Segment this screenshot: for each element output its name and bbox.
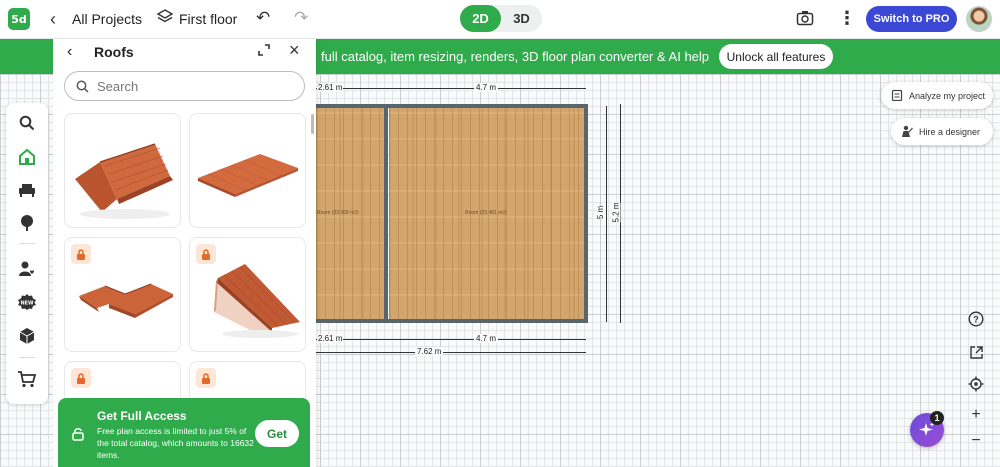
app-logo[interactable]: 5d (8, 8, 30, 30)
room-label-right: Room (23.481 m2) (465, 210, 507, 216)
hire-designer-button[interactable]: Hire a designer (891, 118, 993, 145)
wall-top[interactable] (316, 104, 588, 108)
home-icon[interactable] (17, 146, 37, 166)
lock-icon (196, 244, 216, 264)
expand-icon[interactable] (258, 44, 270, 56)
share-icon[interactable] (967, 343, 985, 361)
top-bar: 5d ‹ All Projects First floor ↶ ↷ 2D 3D … (0, 0, 1000, 39)
svg-text:?: ? (973, 315, 979, 325)
full-access-card: Get Full Access Free plan access is limi… (58, 398, 310, 467)
analyze-project-button[interactable]: Analyze my project (881, 82, 993, 109)
cart-icon[interactable] (17, 369, 37, 389)
notification-badge: 1 (930, 411, 944, 425)
catalog-item-l-roof[interactable] (64, 237, 181, 352)
switch-to-pro-button[interactable]: Switch to PRO (866, 6, 957, 32)
box-icon[interactable] (17, 326, 37, 346)
person-heart-icon[interactable] (17, 259, 37, 279)
all-projects-link[interactable]: All Projects (72, 11, 142, 27)
lock-icon (71, 368, 91, 388)
unlock-features-button[interactable]: Unlock all features (719, 44, 833, 69)
catalog-item-gable-roof[interactable] (64, 113, 181, 228)
dim-line-right-inner (606, 106, 607, 322)
full-access-title: Get Full Access (97, 409, 187, 423)
svg-text:NEW: NEW (20, 301, 34, 307)
rail-divider (19, 243, 35, 244)
avatar[interactable] (966, 6, 992, 32)
search-placeholder: Search (97, 78, 139, 94)
locate-icon[interactable] (967, 375, 985, 393)
search-icon[interactable] (17, 113, 37, 133)
catalog-item-shed-roof[interactable] (189, 237, 306, 352)
search-input[interactable]: Search (64, 71, 305, 101)
hire-designer-label: Hire a designer (919, 126, 981, 137)
zoom-in-icon[interactable]: + (967, 406, 985, 424)
full-access-text: Free plan access is limited to just 5% o… (97, 426, 254, 460)
dim-right-outer: 5.2 m (611, 202, 621, 223)
view-mode-toggle: 2D 3D (460, 5, 542, 32)
sofa-icon[interactable] (17, 180, 37, 200)
map-controls: ? + − (963, 302, 989, 457)
lock-icon (196, 368, 216, 388)
panel-title: Roofs (94, 44, 134, 60)
designer-icon (902, 125, 913, 137)
camera-icon[interactable] (796, 9, 814, 27)
promo-text: full catalog, item resizing, renders, 3D… (321, 49, 710, 64)
analyze-project-label: Analyze my project (909, 90, 986, 101)
view-3d-button[interactable]: 3D (501, 5, 542, 32)
get-button[interactable]: Get (255, 420, 299, 447)
close-icon[interactable]: × (289, 40, 300, 61)
new-icon[interactable]: NEW (17, 292, 37, 312)
dim-line-bottom-total (316, 352, 586, 353)
gable-roof-thumbnail (75, 143, 173, 219)
lock-icon (71, 244, 91, 264)
rail-divider (19, 357, 35, 358)
catalog-item-flat-roof[interactable] (189, 113, 306, 228)
dim-bottom-total: 7.62 m (415, 347, 444, 356)
layers-icon[interactable] (157, 8, 173, 26)
panel-scrollbar[interactable] (311, 114, 314, 134)
view-2d-button[interactable]: 2D (460, 5, 501, 32)
dim-bottom-left: 2.61 m (317, 334, 344, 343)
more-options-icon[interactable]: ⋮ (838, 8, 856, 29)
dim-top-right: 4.7 m (474, 83, 499, 92)
wall-right[interactable] (584, 104, 588, 323)
unlock-icon (72, 428, 84, 441)
back-chevron-icon[interactable]: ‹ (50, 9, 56, 29)
tool-rail: NEW (6, 103, 48, 404)
undo-icon[interactable]: ↶ (256, 8, 270, 28)
catalog-panel: ‹ Roofs × Search Get Full Access Free pl… (53, 39, 316, 467)
dim-line-top (316, 88, 586, 89)
dim-line-bottom-inner (316, 339, 586, 340)
clipboard-icon (891, 89, 903, 101)
tree-icon[interactable] (17, 213, 37, 233)
floor-selector[interactable]: First floor (179, 11, 237, 27)
dim-bottom-right: 4.7 m (474, 334, 499, 343)
help-icon[interactable]: ? (967, 310, 985, 328)
dim-right-inner: 5 m (596, 205, 606, 220)
wall-bottom[interactable] (316, 319, 588, 323)
room-label-left: Room (33.069 m2) (317, 210, 359, 216)
search-icon (76, 80, 89, 93)
flat-roof-thumbnail (198, 154, 298, 197)
wall-middle[interactable] (384, 104, 388, 323)
redo-icon[interactable]: ↷ (294, 8, 308, 28)
dim-top-left: 2.61 m (317, 83, 344, 92)
panel-back-icon[interactable]: ‹ (67, 43, 72, 61)
zoom-out-icon[interactable]: − (967, 432, 985, 450)
